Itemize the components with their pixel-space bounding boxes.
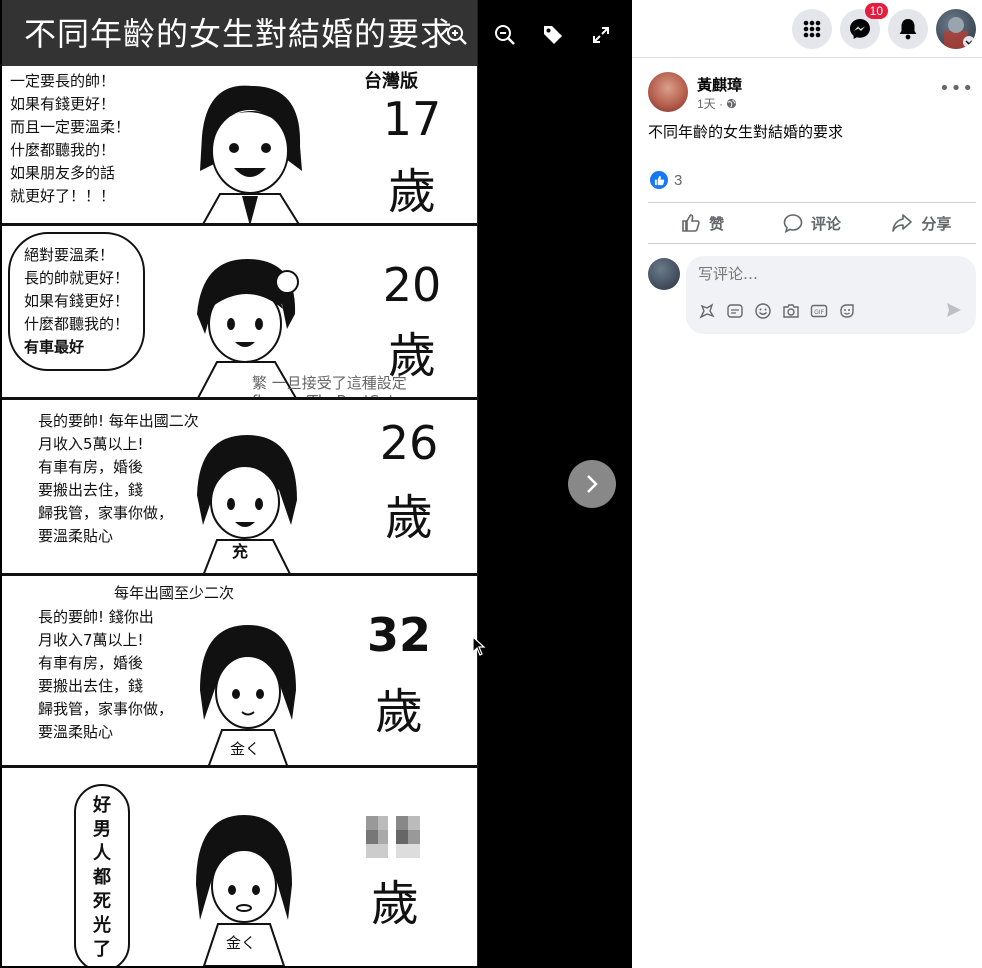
photo-viewer: 不同年齡的女生對結婚的要求 一定要長的帥！ 如果有錢更好！ 而且一定要溫柔！ 什… [0, 0, 632, 968]
more-options-icon[interactable]: ••• [939, 78, 974, 99]
bell-icon [899, 19, 917, 40]
share-icon [892, 214, 913, 232]
notifications-button[interactable] [888, 9, 928, 49]
age-unit: 歲 [374, 684, 423, 740]
shirt-text: 充 [232, 542, 249, 561]
post-actions: 赞 评论 分享 [648, 202, 976, 244]
girl-illustration [200, 85, 302, 223]
reactions-summary[interactable]: 3 [650, 171, 682, 189]
comment-tools: GIF [698, 302, 856, 320]
comment-input[interactable] [698, 264, 958, 284]
tag-icon[interactable] [538, 20, 568, 50]
messenger-icon [850, 19, 870, 39]
comic-panel-4: 每年出國至少二次 長的要帥! 錢你出 月收入7萬以上! 有車有房，婚後 要搬出去… [2, 576, 477, 768]
shirt-text: 金く [230, 740, 261, 758]
age-unit: 歲 [370, 876, 419, 932]
panel-5-speech: 好 男 人 都 死 光 了 [74, 784, 130, 966]
zoom-out-icon[interactable] [490, 20, 520, 50]
like-reaction-icon [650, 171, 668, 189]
account-avatar[interactable] [936, 9, 976, 49]
blurred-age [362, 812, 424, 862]
messenger-button[interactable]: 10 [840, 3, 888, 49]
post-sidebar: 10 黃麒璋 1天 · ••• 不同年齡的女生對結婚的要求 3 赞 评论 分享 … [632, 0, 982, 968]
grid-menu-icon [803, 20, 821, 38]
comic-panel-3: 長的要帥! 每年出國二次 月收入5萬以上! 有車有房，婚後 要搬出去住，錢 歸我… [2, 400, 477, 576]
version-label: 台灣版 [364, 71, 418, 92]
comment-icon [783, 214, 803, 233]
like-button[interactable]: 赞 [648, 203, 757, 243]
panel-4-top-text: 每年出國至少二次 [114, 584, 235, 602]
post-header: 黃麒璋 1天 · ••• [648, 72, 978, 116]
age-number: 20 [382, 258, 442, 312]
thumbs-up-icon [682, 214, 700, 232]
age-number: 26 [379, 416, 439, 470]
age-number: 17 [382, 92, 442, 146]
messenger-badge: 10 [864, 3, 888, 19]
comment-button[interactable]: 评论 [757, 203, 866, 243]
comment-composer: GIF [648, 256, 978, 336]
send-icon[interactable] [946, 302, 962, 322]
post-caption: 不同年齡的女生對結婚的要求 [648, 123, 844, 141]
globe-icon [727, 98, 737, 109]
chevron-right-icon [587, 475, 598, 493]
emoji-icon[interactable] [754, 302, 772, 320]
watermark-url: fb.com/TheBestSet [252, 392, 394, 397]
mouse-cursor-icon [472, 636, 486, 656]
next-photo-button[interactable] [568, 460, 616, 508]
menu-button[interactable] [792, 9, 832, 49]
avatar-sticker-icon[interactable] [698, 302, 716, 320]
post-timestamp[interactable]: 1天 · [697, 95, 737, 112]
age-number: 32 [366, 608, 431, 662]
svg-text:GIF: GIF [814, 309, 824, 316]
comic-image: 不同年齡的女生對結婚的要求 一定要長的帥！ 如果有錢更好！ 而且一定要溫柔！ 什… [2, 0, 478, 966]
comment-box[interactable]: GIF [686, 256, 976, 334]
comic-panel-2: 絕對要溫柔！ 長的帥就更好！ 如果有錢更好！ 什麼都聽我的！ 有車最好 20 歲… [2, 226, 477, 400]
camera-icon[interactable] [782, 302, 800, 320]
author-avatar[interactable] [648, 72, 688, 112]
age-unit: 歲 [387, 164, 436, 220]
reaction-count: 3 [674, 171, 683, 189]
top-navigation: 10 [632, 0, 982, 58]
fullscreen-icon[interactable] [586, 20, 616, 50]
panel-3-speech: 長的要帥! 每年出國二次 月收入5萬以上! 有車有房，婚後 要搬出去住，錢 歸我… [38, 412, 199, 545]
age-unit: 歲 [384, 490, 433, 546]
gif-icon[interactable]: GIF [810, 302, 828, 320]
panel-1-speech: 一定要長的帥！ 如果有錢更好！ 而且一定要溫柔！ 什麼都聽我的！ 如果朋友多的話… [10, 72, 131, 205]
share-button[interactable]: 分享 [867, 203, 976, 243]
shirt-text: 金く [226, 934, 257, 952]
comic-title: 不同年齡的女生對結婚的要求 [2, 0, 477, 66]
panel-2-speech: 絕對要溫柔！ 長的帥就更好！ 如果有錢更好！ 什麼都聽我的！ 有車最好 [8, 232, 146, 371]
profile-photo-icon [944, 17, 975, 49]
sticker-pack-icon[interactable] [726, 302, 744, 320]
author-name[interactable]: 黃麒璋 [697, 74, 742, 95]
comic-panel-5: 好 男 人 都 死 光 了 金く 歲 [2, 768, 477, 966]
zoom-in-icon[interactable] [442, 20, 472, 50]
commenter-avatar[interactable] [648, 258, 680, 290]
comic-panel-1: 一定要長的帥！ 如果有錢更好！ 而且一定要溫柔！ 什麼都聽我的！ 如果朋友多的話… [2, 66, 477, 226]
watermark-text: 繁 一旦接受了這種設定 [252, 374, 407, 392]
sticker-icon[interactable] [838, 302, 856, 320]
panel-4-speech: 長的要帥! 錢你出 月收入7萬以上! 有車有房，婚後 要搬出去住，錢 歸我管，家… [38, 608, 174, 741]
